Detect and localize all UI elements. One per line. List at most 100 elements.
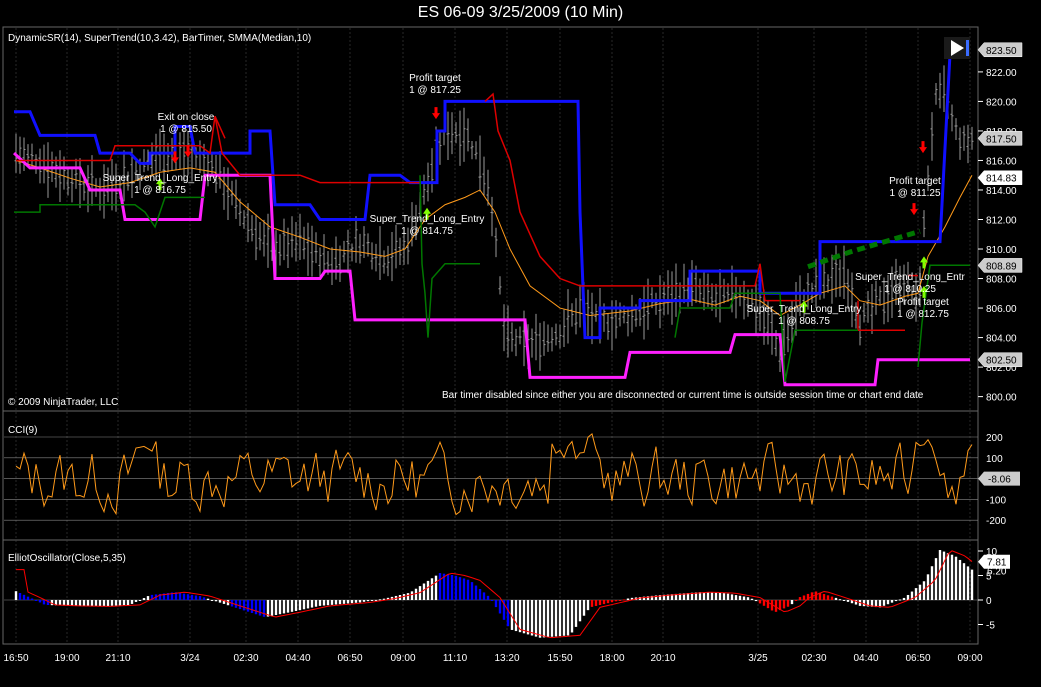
elliot-bar	[962, 563, 966, 600]
elliot-bar	[486, 595, 490, 600]
elliot-bar	[746, 597, 750, 600]
x-tick-label: 04:40	[853, 653, 878, 664]
elliot-bar	[822, 594, 826, 600]
elliot-bar	[538, 600, 542, 638]
elliot-bar	[98, 600, 102, 607]
price-marker-label: 823.50	[986, 46, 1017, 57]
elliot-bar	[410, 591, 414, 600]
elliot-bar	[366, 600, 370, 602]
elliot-bar	[466, 579, 470, 600]
elliot-bar	[142, 598, 146, 600]
elliot-bar	[198, 596, 202, 600]
elliot-bar	[522, 600, 526, 634]
elliot-panel[interactable]	[2, 539, 979, 645]
elliot-bar	[34, 600, 38, 601]
supertrend-red-line	[16, 116, 420, 184]
y-tick-label: 812.00	[986, 216, 1017, 227]
elliot-bar	[482, 592, 486, 600]
elliot-bar	[526, 600, 530, 635]
elliot-bar	[450, 575, 454, 600]
price-marker-label: 808.89	[986, 261, 1017, 272]
elliot-bar	[326, 600, 330, 606]
elliot-label: ElliotOscillator(Close,5,35)	[8, 553, 126, 564]
elliot-bar	[322, 600, 326, 606]
annotation-title: Super_Trend_Long_Entry	[747, 304, 862, 315]
elliot-bar	[362, 600, 366, 602]
elliot-bar	[318, 600, 322, 606]
elliot-bar	[78, 600, 82, 607]
elliot-bar	[14, 591, 18, 600]
elliot-bar	[146, 596, 150, 600]
end-bar-icon	[966, 40, 969, 56]
supertrend-green-line	[14, 196, 205, 229]
elliot-bar	[834, 597, 838, 600]
elliot-bar	[718, 592, 722, 600]
x-tick-label: 3/24	[180, 653, 200, 664]
cci-current-label: -8.06	[988, 475, 1011, 486]
elliot-bar	[458, 577, 462, 600]
y-tick-label: 804.00	[986, 334, 1017, 345]
elliot-bar	[18, 593, 22, 600]
elliot-bar	[278, 600, 282, 615]
scroll-to-end-button[interactable]	[944, 37, 970, 59]
elliot-bar	[102, 600, 106, 607]
elliot-bar	[422, 583, 426, 600]
elliot-bar	[210, 600, 214, 601]
y-tick-label: 820.00	[986, 97, 1017, 108]
elliot-bar	[130, 600, 134, 604]
elliot-bar	[546, 600, 550, 638]
elliot-bar	[290, 600, 294, 612]
elliot-bar	[82, 600, 86, 607]
annotation-title: Exit on close	[158, 112, 215, 123]
elliot-bar	[426, 580, 430, 600]
elliot-bar	[182, 593, 186, 600]
price-marker-label: 817.50	[986, 134, 1017, 145]
elliot-bar	[490, 600, 494, 601]
elliot-bar	[946, 553, 950, 600]
x-tick-label: 02:30	[801, 653, 826, 664]
elliot-bar	[754, 600, 758, 602]
elliot-bar	[70, 600, 74, 606]
time-axis: 16:50 19:00 21:10 3/24 02:30 04:40 06:50 09:00 1…	[3, 653, 982, 664]
elliot-bar	[250, 600, 254, 613]
annotation-detail: 1 @ 808.75	[778, 316, 830, 327]
elliot-bar	[342, 600, 346, 604]
elliot-bar	[554, 600, 558, 637]
cci-label: CCI(9)	[8, 425, 37, 436]
elliot-bar	[114, 600, 118, 606]
elliot-bar	[94, 600, 98, 607]
elliot-bar	[530, 600, 534, 636]
x-tick-label: 04:40	[285, 653, 310, 664]
elliot-bar	[358, 600, 362, 603]
elliot-bar	[242, 600, 246, 611]
elliot-bar	[710, 592, 714, 600]
elliot-tick-label: -5	[986, 621, 995, 632]
elliot-bar	[350, 600, 354, 604]
elliot-bar	[310, 600, 314, 608]
elliot-bar	[106, 600, 110, 606]
elliot-bar	[582, 600, 586, 616]
elliot-bar	[838, 599, 842, 601]
elliot-bar	[570, 600, 574, 633]
elliot-bar	[274, 600, 278, 615]
elliot-bar	[202, 597, 206, 600]
elliot-bar	[550, 600, 554, 637]
elliot-bar	[598, 600, 602, 606]
elliot-bar	[958, 559, 962, 600]
elliot-bar	[738, 595, 742, 600]
elliot-bar	[430, 578, 434, 600]
elliot-bar	[726, 593, 730, 600]
elliot-bar	[474, 585, 478, 600]
elliot-bar	[26, 596, 30, 600]
elliot-bar	[890, 600, 894, 603]
elliot-bar	[898, 599, 902, 601]
x-tick-label: 19:00	[54, 653, 79, 664]
chart-canvas[interactable]: Exit on close1 @ 815.50 Super_Trend_Long_…	[0, 0, 1041, 687]
elliot-bar	[406, 593, 410, 600]
annotation-title: Profit target	[409, 73, 461, 84]
cci-panel[interactable]	[2, 410, 979, 541]
elliot-bar	[470, 582, 474, 600]
elliot-bar	[542, 600, 546, 638]
elliot-bar	[562, 600, 566, 636]
elliot-bar	[354, 600, 358, 603]
